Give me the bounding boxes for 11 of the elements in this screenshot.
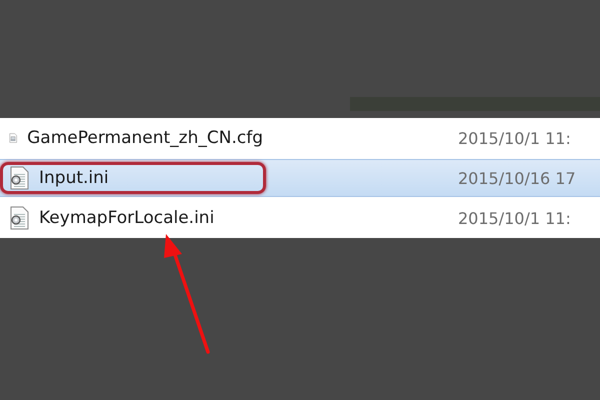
modified-date: 2015/10/1 11: — [458, 208, 572, 228]
file-name: Input.ini — [39, 168, 109, 188]
file-name: GamePermanent_zh_CN.cfg — [27, 128, 263, 148]
modified-date: 2015/10/16 17 — [458, 168, 577, 188]
file-row[interactable]: KeymapForLocale.ini 2015/10/1 11: — [0, 200, 600, 236]
file-icon — [9, 206, 29, 230]
modified-date: 2015/10/1 11: — [458, 128, 572, 148]
file-row[interactable]: GamePermanent_zh_CN.cfg 2015/10/1 11: — [0, 120, 600, 156]
file-icon — [9, 166, 29, 190]
file-row[interactable]: Input.ini 2015/10/16 17 — [0, 159, 600, 197]
file-name: KeymapForLocale.ini — [39, 208, 214, 228]
